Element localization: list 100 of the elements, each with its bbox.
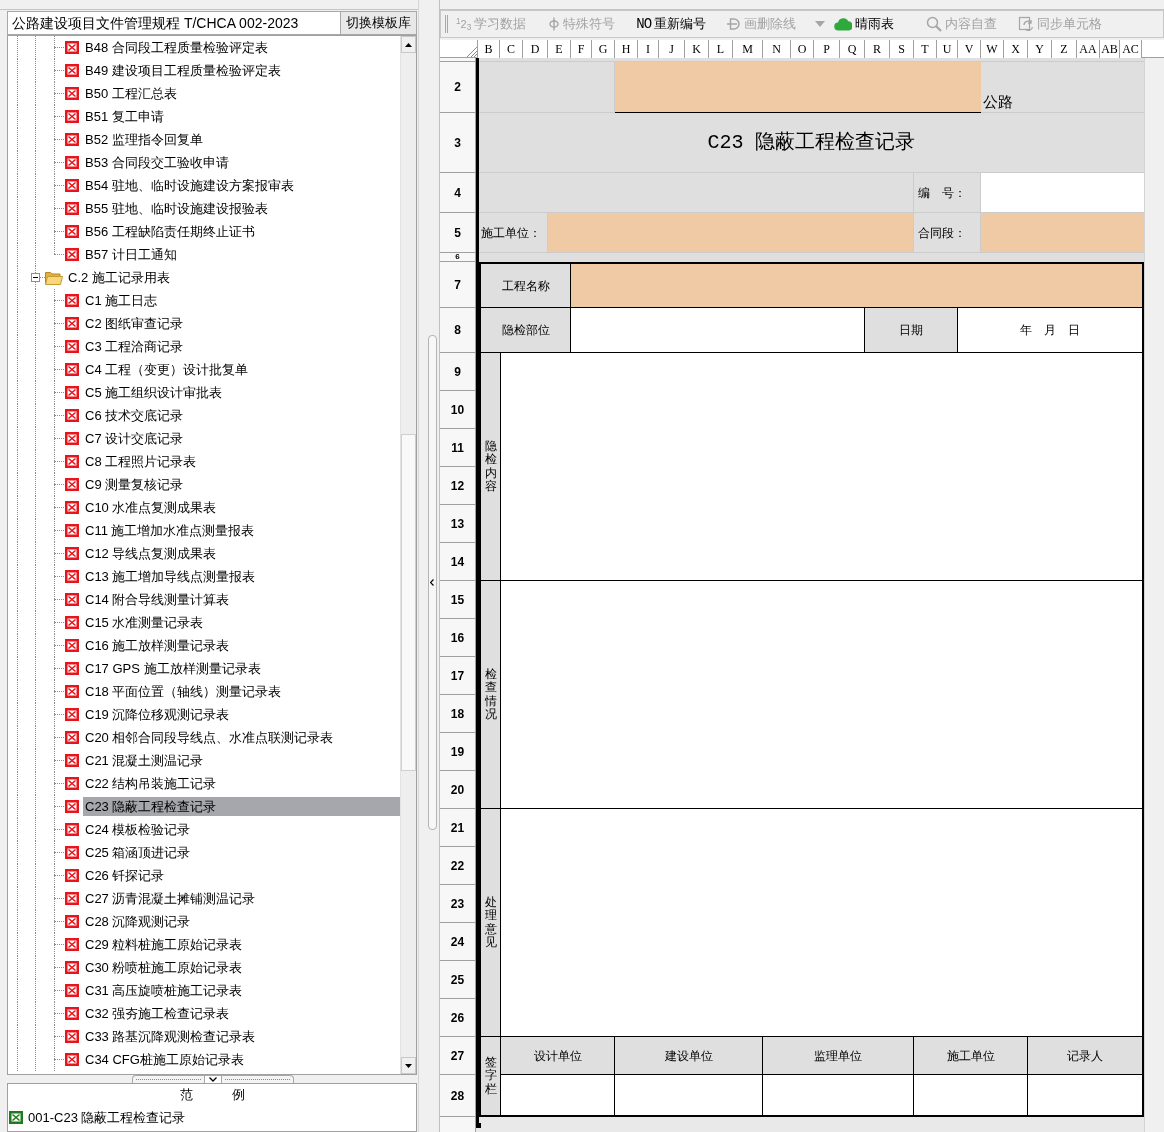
scroll-down-button[interactable] xyxy=(401,1057,416,1074)
row-header[interactable]: 25 xyxy=(440,961,476,999)
input-cell[interactable] xyxy=(571,264,1142,307)
tree-item[interactable]: C18 平面位置（轴线）测量记录表 xyxy=(83,682,284,701)
tree-item[interactable]: C12 导线点复测成果表 xyxy=(83,544,219,563)
table-header-cell: 日期 xyxy=(865,308,958,352)
scroll-up-button[interactable] xyxy=(401,36,416,53)
row-header[interactable]: 6 xyxy=(440,253,476,262)
scrollbar-track[interactable] xyxy=(400,36,416,1074)
tree-item[interactable]: B49 建设项目工程质量检验评定表 xyxy=(83,61,283,80)
toolbar-button[interactable]: NO 重新编号 xyxy=(636,13,707,35)
row-header[interactable]: 27 xyxy=(440,1037,476,1075)
tree-item[interactable]: C27 沥青混凝土摊铺测温记录 xyxy=(83,889,258,908)
row-header[interactable]: 2 xyxy=(440,62,476,113)
tree-item[interactable]: C25 箱涵顶进记录 xyxy=(83,843,193,862)
row-header[interactable]: 24 xyxy=(440,923,476,961)
tree-item[interactable]: C29 粒料桩施工原始记录表 xyxy=(83,935,245,954)
tree-item[interactable]: C2 图纸审查记录 xyxy=(83,314,186,333)
tree-item[interactable]: C14 附合导线测量计算表 xyxy=(83,590,232,609)
phi-symbol-icon xyxy=(548,17,561,31)
row-header[interactable]: 23 xyxy=(440,885,476,923)
table-header-cell: 施工单位 xyxy=(914,1037,1028,1075)
toolbar-button[interactable]: 晴雨表 xyxy=(834,13,895,35)
tree-item[interactable]: C6 技术交底记录 xyxy=(83,406,186,425)
tree-item[interactable]: C31 高压旋喷桩施工记录表 xyxy=(83,981,245,1000)
row-header[interactable]: 19 xyxy=(440,733,476,771)
table-header-cell: 监理单位 xyxy=(763,1037,914,1075)
tree-item[interactable]: C15 水准测量记录表 xyxy=(83,613,206,632)
tree-item[interactable]: C21 混凝土测温记录 xyxy=(83,751,206,770)
tree-item[interactable]: C1 施工日志 xyxy=(83,291,160,310)
row-header[interactable]: 17 xyxy=(440,657,476,695)
tree-item[interactable]: C4 工程（变更）设计批复单 xyxy=(83,360,251,379)
tree-item[interactable]: C8 工程照片记录表 xyxy=(83,452,199,471)
tree-item[interactable]: B51 复工申请 xyxy=(83,107,166,126)
tree-item[interactable]: B48 合同段工程质量检验评定表 xyxy=(83,38,270,57)
tree-item[interactable]: C24 模板检验记录 xyxy=(83,820,193,839)
tree-item[interactable]: C13 施工增加导线点测量报表 xyxy=(83,567,258,586)
tree-item[interactable]: C19 沉降位移观测记录表 xyxy=(83,705,232,724)
tree-item[interactable]: C20 相邻合同段导线点、水准点联测记录表 xyxy=(83,728,336,747)
tree-item[interactable]: C7 设计交底记录 xyxy=(83,429,186,448)
tree-item[interactable]: B54 驻地、临时设施建设方案报审表 xyxy=(83,176,296,195)
row-header[interactable]: 8 xyxy=(440,308,476,353)
row-header[interactable]: 20 xyxy=(440,771,476,809)
row-header[interactable]: 13 xyxy=(440,505,476,543)
row-header[interactable]: 28 xyxy=(440,1075,476,1117)
document-icon xyxy=(65,363,79,376)
row-header[interactable]: 21 xyxy=(440,809,476,847)
tree-item[interactable]: B53 合同段交工验收申请 xyxy=(83,153,231,172)
tree-item[interactable]: C33 路基沉降观测检查记录表 xyxy=(83,1027,258,1046)
fill-handle[interactable] xyxy=(476,1123,481,1128)
tree-item[interactable]: B55 驻地、临时设施建设报验表 xyxy=(83,199,270,218)
row-header[interactable]: 5 xyxy=(440,213,476,253)
example-item[interactable]: 001-C23 隐蔽工程检查记录 xyxy=(28,1107,186,1127)
document-icon xyxy=(65,685,79,698)
tree-item[interactable]: C9 测量复核记录 xyxy=(83,475,186,494)
select-all-corner[interactable] xyxy=(440,40,478,58)
tree-item[interactable]: B50 工程汇总表 xyxy=(83,84,179,103)
table-header-cell: 检查情况 xyxy=(481,581,501,808)
tree-item[interactable]: B52 监理指令回复单 xyxy=(83,130,205,149)
row-header[interactable]: 15 xyxy=(440,581,476,619)
table-header-cell: 签字栏 xyxy=(481,1037,501,1115)
tree-item[interactable]: B56 工程缺陷责任期终止证书 xyxy=(83,222,257,241)
tree-item[interactable]: C10 水准点复测成果表 xyxy=(83,498,219,517)
collapse-icon[interactable] xyxy=(31,273,40,282)
tree-item[interactable]: C.2 施工记录用表 xyxy=(66,268,172,287)
row-header[interactable]: 14 xyxy=(440,543,476,581)
document-icon xyxy=(65,317,79,330)
row-header[interactable]: 22 xyxy=(440,847,476,885)
tree-item[interactable]: B57 计日工通知 xyxy=(83,245,179,264)
row-header[interactable]: 12 xyxy=(440,467,476,505)
input-cell[interactable] xyxy=(615,62,981,113)
row-header[interactable]: 3 xyxy=(440,113,476,173)
row-header[interactable]: 18 xyxy=(440,695,476,733)
row-header[interactable]: 10 xyxy=(440,391,476,429)
row-header[interactable]: 4 xyxy=(440,173,476,213)
tree-item[interactable]: C30 粉喷桩施工原始记录表 xyxy=(83,958,245,977)
splitter-handle[interactable] xyxy=(427,335,437,830)
document-icon xyxy=(65,708,79,721)
up-arrow-icon xyxy=(405,42,412,47)
tree-item[interactable]: C16 施工放样测量记录表 xyxy=(83,636,232,655)
row-header[interactable]: 26 xyxy=(440,999,476,1037)
switch-library-button[interactable]: 切换模板库 xyxy=(341,11,417,35)
row-header[interactable]: 7 xyxy=(440,262,476,308)
tree-item[interactable]: C22 结构吊装施工记录 xyxy=(83,774,219,793)
scrollbar-thumb[interactable] xyxy=(401,434,416,771)
library-field[interactable]: 公路建设项目文件管理规程 T/CHCA 002-2023 xyxy=(7,11,341,35)
tree-item[interactable]: C32 强夯施工检查记录表 xyxy=(83,1004,232,1023)
tree-item[interactable]: C11 施工增加水准点测量报表 xyxy=(83,521,257,540)
tree-item[interactable]: C3 工程洽商记录 xyxy=(83,337,186,356)
row-header[interactable]: 11 xyxy=(440,429,476,467)
toolbar-grip[interactable] xyxy=(445,15,448,33)
tree-item[interactable]: C26 钎探记录 xyxy=(83,866,167,885)
tree-item[interactable]: C28 沉降观测记录 xyxy=(83,912,193,931)
tree-item[interactable]: C5 施工组织设计审批表 xyxy=(83,383,225,402)
table-header-cell: 建设单位 xyxy=(615,1037,763,1075)
row-header[interactable]: 16 xyxy=(440,619,476,657)
tree-item[interactable]: C23 隐蔽工程检查记录 xyxy=(83,797,400,816)
tree-item[interactable]: C17 GPS 施工放样测量记录表 xyxy=(83,659,263,678)
row-header[interactable]: 9 xyxy=(440,353,476,391)
tree-item[interactable]: C34 CFG桩施工原始记录表 xyxy=(83,1050,246,1069)
